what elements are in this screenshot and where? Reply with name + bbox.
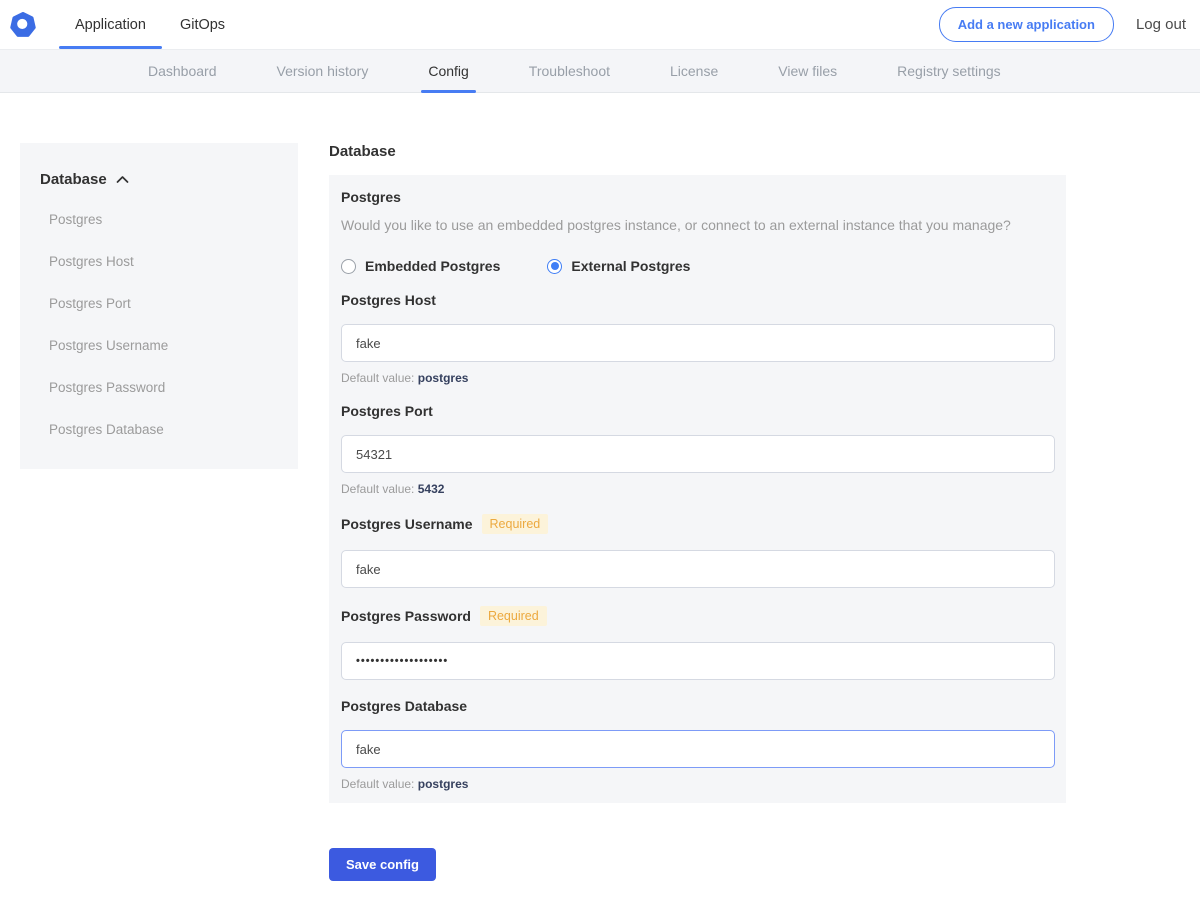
- postgres-database-input[interactable]: [341, 730, 1055, 768]
- subnav-item-view-files[interactable]: View files: [778, 50, 837, 92]
- postgres-group-label: Postgres: [341, 189, 1054, 205]
- radio-selected-icon[interactable]: [547, 259, 562, 274]
- postgres-password-label: Postgres Password Required: [341, 606, 1054, 626]
- subnav-version-history-label: Version history: [277, 63, 369, 79]
- field-postgres-username: Postgres Username Required: [341, 514, 1054, 588]
- required-badge: Required: [482, 514, 549, 534]
- field-postgres-database: Postgres Database Default value: postgre…: [341, 698, 1054, 791]
- helper-prefix: Default value:: [341, 482, 414, 496]
- postgres-username-input[interactable]: [341, 550, 1055, 588]
- radio-unselected-icon[interactable]: [341, 259, 356, 274]
- topnav-right: Add a new application Log out: [939, 7, 1200, 42]
- tab-application[interactable]: Application: [58, 0, 163, 49]
- subnav-dashboard-label: Dashboard: [148, 63, 217, 79]
- postgres-host-label: Postgres Host: [341, 292, 1054, 308]
- helper-prefix: Default value:: [341, 777, 414, 791]
- required-badge: Required: [480, 606, 547, 626]
- subnav-item-version-history[interactable]: Version history: [277, 50, 369, 92]
- helper-default-value: postgres: [418, 777, 469, 791]
- sidebar-item-postgres-database[interactable]: Postgres Database: [40, 412, 282, 447]
- top-navigation: Application GitOps Add a new application…: [0, 0, 1200, 50]
- topnav-tabs: Application GitOps: [58, 0, 242, 49]
- subnav-item-config[interactable]: Config: [428, 50, 468, 92]
- postgres-port-helper: Default value: 5432: [341, 482, 1054, 496]
- helper-prefix: Default value:: [341, 371, 414, 385]
- postgres-host-input[interactable]: [341, 324, 1055, 362]
- logout-button[interactable]: Log out: [1136, 16, 1186, 33]
- helper-default-value: 5432: [418, 482, 445, 496]
- postgres-username-label: Postgres Username Required: [341, 514, 1054, 534]
- postgres-password-input[interactable]: [341, 642, 1055, 680]
- postgres-password-label-text: Postgres Password: [341, 608, 471, 624]
- subnav-item-license[interactable]: License: [670, 50, 718, 92]
- sidebar-item-list: Postgres Postgres Host Postgres Port Pos…: [40, 202, 282, 447]
- postgres-username-label-text: Postgres Username: [341, 516, 473, 532]
- config-sidebar: Database Postgres Postgres Host Postgres…: [20, 143, 298, 469]
- postgres-group: Postgres Would you like to use an embedd…: [341, 189, 1054, 274]
- field-postgres-host: Postgres Host Default value: postgres: [341, 292, 1054, 385]
- sidebar-item-postgres-password[interactable]: Postgres Password: [40, 370, 282, 405]
- field-postgres-password: Postgres Password Required: [341, 606, 1054, 680]
- tab-gitops[interactable]: GitOps: [163, 0, 242, 49]
- subnav-item-troubleshoot[interactable]: Troubleshoot: [529, 50, 610, 92]
- radio-external-postgres[interactable]: External Postgres: [547, 258, 690, 274]
- sidebar-item-postgres-host[interactable]: Postgres Host: [40, 244, 282, 279]
- postgres-database-helper: Default value: postgres: [341, 777, 1054, 791]
- tab-gitops-label: GitOps: [180, 17, 225, 33]
- postgres-port-input[interactable]: [341, 435, 1055, 473]
- app-subnav: Dashboard Version history Config Trouble…: [0, 50, 1200, 93]
- helper-default-value: postgres: [418, 371, 469, 385]
- field-postgres-port: Postgres Port Default value: 5432: [341, 403, 1054, 496]
- radio-external-postgres-label: External Postgres: [571, 258, 690, 274]
- postgres-database-label: Postgres Database: [341, 698, 1054, 714]
- subnav-item-dashboard[interactable]: Dashboard: [148, 50, 217, 92]
- add-application-button[interactable]: Add a new application: [939, 7, 1114, 42]
- config-page: Database Postgres Postgres Host Postgres…: [0, 93, 1200, 898]
- app-logo[interactable]: [10, 12, 36, 38]
- postgres-radio-group: Embedded Postgres External Postgres: [341, 258, 1054, 274]
- sidebar-item-postgres-username[interactable]: Postgres Username: [40, 328, 282, 363]
- subnav-license-label: License: [670, 63, 718, 79]
- subnav-config-label: Config: [428, 63, 468, 79]
- radio-embedded-postgres-label: Embedded Postgres: [365, 258, 500, 274]
- postgres-group-description: Would you like to use an embedded postgr…: [341, 217, 1054, 233]
- subnav-troubleshoot-label: Troubleshoot: [529, 63, 610, 79]
- sidebar-group-title: Database: [40, 171, 107, 188]
- subnav-view-files-label: View files: [778, 63, 837, 79]
- postgres-host-helper: Default value: postgres: [341, 371, 1054, 385]
- save-config-button[interactable]: Save config: [329, 848, 436, 881]
- subnav-item-registry-settings[interactable]: Registry settings: [897, 50, 1000, 92]
- tab-application-label: Application: [75, 17, 146, 33]
- database-config-panel: Postgres Would you like to use an embedd…: [329, 175, 1066, 803]
- sidebar-item-postgres[interactable]: Postgres: [40, 202, 282, 237]
- sidebar-group-database[interactable]: Database: [40, 171, 282, 188]
- kots-logo-icon: [10, 12, 36, 38]
- config-main: Database Postgres Would you like to use …: [329, 143, 1066, 898]
- radio-embedded-postgres[interactable]: Embedded Postgres: [341, 258, 500, 274]
- chevron-up-icon: [116, 175, 129, 184]
- subnav-registry-settings-label: Registry settings: [897, 63, 1000, 79]
- section-heading: Database: [329, 143, 1066, 160]
- sidebar-item-postgres-port[interactable]: Postgres Port: [40, 286, 282, 321]
- postgres-port-label: Postgres Port: [341, 403, 1054, 419]
